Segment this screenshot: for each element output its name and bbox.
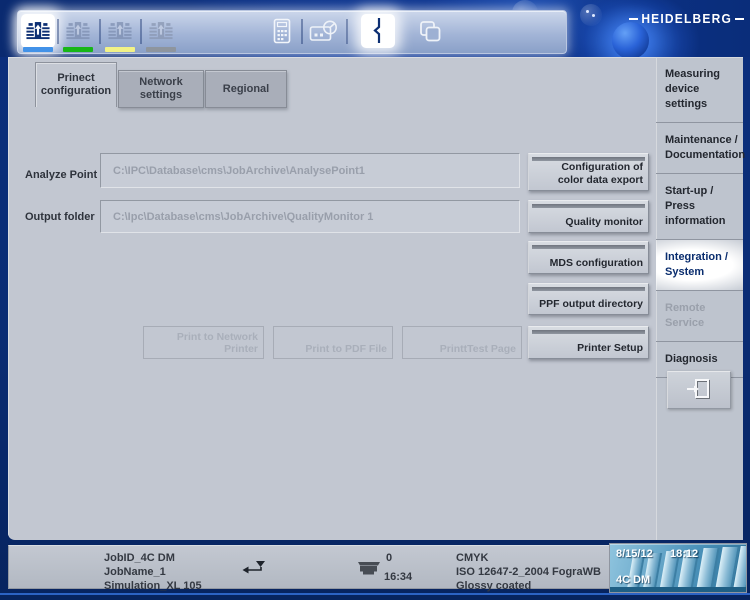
tab-prinect-configuration[interactable]: Prinect configuration	[35, 62, 117, 107]
tab-regional[interactable]: Regional	[205, 70, 287, 108]
analyze-point-label: Analyze Point	[25, 169, 97, 181]
sidebar-item-startup-press-information[interactable]: Start-up / Press information	[656, 174, 743, 240]
ppf-output-directory-button[interactable]: PPF output directory	[528, 283, 649, 315]
tab-label: Network settings	[119, 76, 203, 102]
press-unit-icon	[148, 21, 174, 42]
exit-door-icon	[685, 378, 713, 402]
decor-bubble	[580, 4, 602, 26]
print-test-page-button: PrinttTest Page	[402, 326, 522, 359]
sheet-count: 0	[386, 551, 392, 565]
preview-date: 8/15/12	[616, 548, 653, 560]
counter-time: 16:34	[384, 570, 412, 584]
logo-left-bar	[629, 18, 638, 20]
exit-button[interactable]	[667, 371, 731, 409]
sidebar-item-integration-system[interactable]: Integration / System	[656, 240, 743, 291]
sidebar: Measuring device settings Maintenance / …	[656, 57, 743, 540]
sidebar-item-measuring-device-settings[interactable]: Measuring device settings	[656, 57, 743, 123]
output-folder-value: C:\Ipc\Database\cms\JobArchive\QualityMo…	[113, 211, 373, 223]
application-window: HEIDELBERG	[0, 0, 750, 600]
press-unit-icon	[65, 21, 91, 42]
press-preview-image[interactable]: 8/15/12 18:12 4C DM	[609, 543, 747, 593]
calculator-icon	[273, 18, 291, 44]
press-unit-icon	[107, 21, 133, 42]
press-unit-2-button[interactable]	[61, 14, 95, 48]
preview-time: 18:12	[670, 548, 698, 560]
analyze-point-value: C:\IPC\Database\cms\JobArchive\AnalysePo…	[113, 165, 365, 177]
mds-configuration-button[interactable]: MDS configuration	[528, 241, 649, 274]
logo-text: HEIDELBERG	[641, 12, 732, 27]
tab-network-settings[interactable]: Network settings	[118, 70, 204, 108]
color-info-block: CMYK ISO 12647-2_2004 FograWB Glossy coa…	[456, 551, 601, 593]
output-folder-label: Output folder	[25, 211, 95, 223]
color-data-export-button[interactable]: Configuration of color data export	[528, 153, 649, 191]
press-counter-icon	[356, 558, 382, 583]
press-unit-3-underline	[105, 47, 135, 52]
color-space: CMYK	[456, 551, 601, 565]
decor-dot	[592, 14, 595, 17]
toolbar-divider	[99, 19, 101, 44]
paper-run-icon	[371, 17, 385, 45]
glow-sphere	[612, 22, 649, 59]
press-unit-1-button[interactable]	[21, 14, 55, 48]
print-network-printer-button: Print to Network Printer	[143, 326, 264, 359]
toolbar-divider	[346, 19, 348, 44]
output-folder-field[interactable]: C:\Ipc\Database\cms\JobArchive\QualityMo…	[100, 200, 520, 233]
print-pdf-file-button: Print to PDF File	[273, 326, 393, 359]
heidelberg-logo: HEIDELBERG	[629, 12, 744, 26]
color-standard: ISO 12647-2_2004 FograWB	[456, 565, 601, 579]
printer-setup-button[interactable]: Printer Setup	[528, 326, 649, 359]
measuring-device-icon	[309, 19, 339, 43]
top-banner: HEIDELBERG	[0, 0, 750, 57]
press-unit-1-underline	[23, 47, 53, 52]
bottom-accent-line	[0, 593, 750, 595]
sheet-travel-icon	[241, 559, 267, 581]
press-floor	[610, 587, 746, 592]
job-id: JobID_4C DM	[104, 551, 202, 565]
job-info-block: JobID_4C DM JobName_1 Simulation_XL 105	[104, 551, 202, 593]
main-panel: Prinect configuration Network settings R…	[8, 57, 657, 540]
paper-run-button[interactable]	[361, 14, 395, 48]
sheet-stack-icon	[417, 18, 443, 44]
job-simulation: Simulation_XL 105	[104, 579, 202, 593]
sidebar-item-maintenance-documentation[interactable]: Maintenance / Documentation	[656, 123, 743, 174]
decor-dot	[586, 10, 589, 13]
press-unit-4-button[interactable]	[144, 14, 178, 48]
measuring-device-button[interactable]	[307, 14, 341, 48]
press-unit-2-underline	[63, 47, 93, 52]
logo-right-bar	[735, 18, 744, 20]
tab-label: Prinect configuration	[36, 72, 116, 98]
analyze-point-field[interactable]: C:\IPC\Database\cms\JobArchive\AnalysePo…	[100, 153, 520, 188]
paper-type: Glossy coated	[456, 579, 601, 593]
tab-label: Regional	[223, 83, 269, 96]
toolbar-divider	[57, 19, 59, 44]
toolbar-divider	[140, 19, 142, 44]
job-name: JobName_1	[104, 565, 202, 579]
press-unit-3-button[interactable]	[103, 14, 137, 48]
toolbar	[17, 10, 567, 54]
toolbar-divider	[301, 19, 303, 44]
press-unit-icon	[25, 21, 51, 42]
status-bar: JobID_4C DM JobName_1 Simulation_XL 105 …	[8, 545, 743, 589]
sidebar-item-remote-service: Remote Service	[656, 291, 743, 342]
preview-job: 4C DM	[616, 574, 650, 586]
press-unit-4-underline	[146, 47, 176, 52]
quality-monitor-button[interactable]: Quality monitor	[528, 200, 649, 233]
calculator-button[interactable]	[265, 14, 299, 48]
sheet-stack-button[interactable]	[413, 14, 447, 48]
